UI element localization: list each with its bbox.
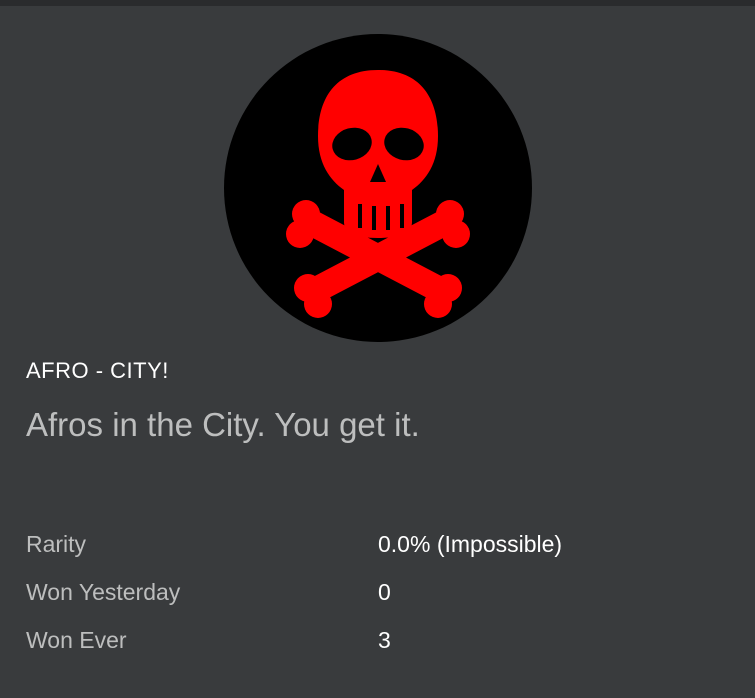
- stat-value: 3: [378, 627, 391, 653]
- stat-value: 0.0% (Impossible): [378, 531, 563, 557]
- badge-stats: Rarity 0.0% (Impossible) Won Yesterday 0…: [26, 531, 726, 675]
- stat-label: Won Yesterday: [26, 579, 181, 605]
- badge-description: Afros in the City. You get it.: [26, 406, 420, 443]
- stat-row-won-yesterday: Won Yesterday 0: [26, 579, 726, 627]
- stat-row-won-ever: Won Ever 3: [26, 627, 726, 675]
- badge-name: AFRO - CITY!: [26, 358, 169, 383]
- badge-card: AFRO - CITY! Afros in the City. You get …: [0, 6, 755, 698]
- stat-value: 0: [378, 579, 391, 605]
- skull-crossbones-icon: [224, 34, 532, 342]
- stat-label: Rarity: [26, 531, 87, 557]
- stat-label: Won Ever: [26, 627, 127, 653]
- stat-row-rarity: Rarity 0.0% (Impossible): [26, 531, 726, 579]
- badge-image: [222, 32, 534, 344]
